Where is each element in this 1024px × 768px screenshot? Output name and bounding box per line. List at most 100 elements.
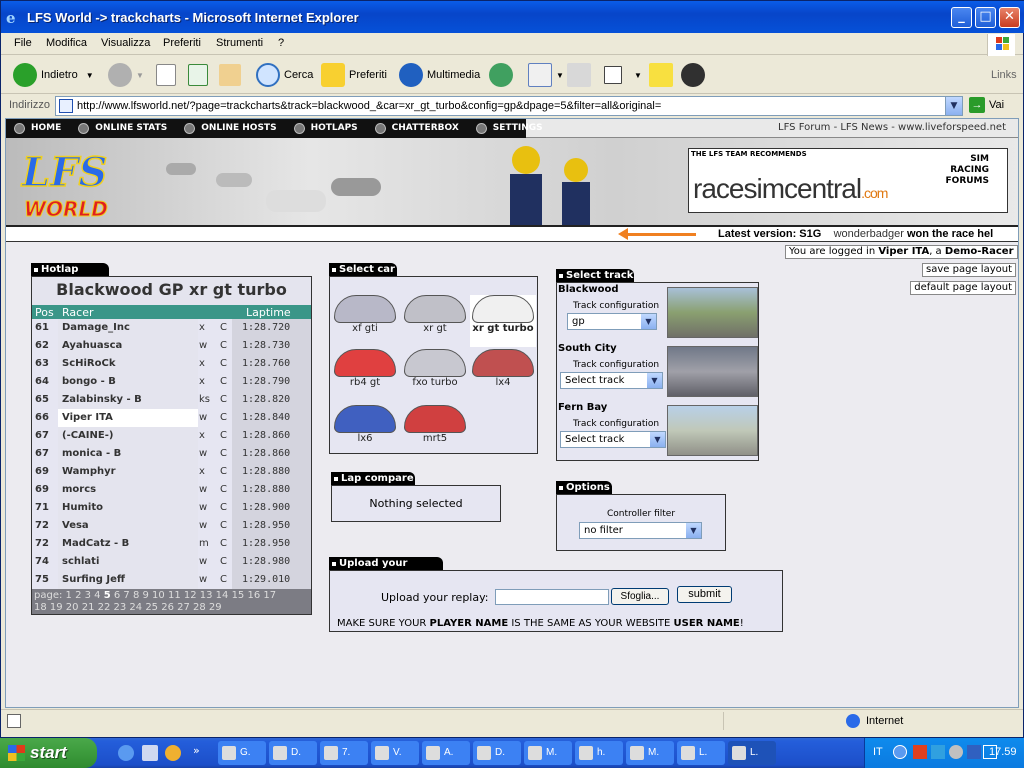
go-button[interactable]: → Vai (969, 97, 1004, 113)
taskbar-button[interactable]: 7. (320, 741, 368, 765)
mail-button[interactable]: ▼ (528, 60, 564, 90)
quicklaunch-more-icon[interactable]: » (193, 744, 200, 757)
row-racer[interactable]: ScHiRoCk (62, 358, 116, 369)
tray-network-icon[interactable] (931, 745, 945, 759)
taskbar-button[interactable]: G. (218, 741, 266, 765)
table-row[interactable]: 67 monica - B w C 1:28.860 (32, 445, 311, 463)
nav-hotlaps[interactable]: HOTLAPS (286, 119, 367, 138)
row-laptime[interactable]: 1:28.860 (242, 430, 290, 441)
row-laptime[interactable]: 1:28.950 (242, 538, 290, 549)
row-laptime[interactable]: 1:28.880 (242, 466, 290, 477)
replay-file-input[interactable] (495, 589, 609, 605)
default-layout-button[interactable]: default page layout (910, 281, 1016, 295)
row-laptime[interactable]: 1:28.860 (242, 448, 290, 459)
fern-bay-thumbnail[interactable] (667, 405, 758, 456)
nav-online-hosts[interactable]: ONLINE HOSTS (176, 119, 285, 138)
taskbar-button[interactable]: D. (473, 741, 521, 765)
south-city-thumbnail[interactable] (667, 346, 758, 397)
links-button[interactable]: Links (991, 60, 1017, 90)
south-city-config-select[interactable]: Select track ▼ (560, 372, 663, 389)
menu-tools[interactable]: Strumenti (216, 37, 263, 49)
pages-after-current[interactable]: 6 7 8 9 10 11 12 13 14 15 16 17 (114, 590, 276, 601)
table-row[interactable]: 71 Humito w C 1:28.900 (32, 499, 311, 517)
taskbar-button[interactable]: L. (728, 741, 776, 765)
save-layout-button[interactable]: save page layout (922, 263, 1016, 277)
car-option[interactable]: mrt5 (402, 405, 468, 457)
row-laptime[interactable]: 1:28.820 (242, 394, 290, 405)
row-laptime[interactable]: 1:28.720 (242, 322, 290, 333)
row-racer[interactable]: Damage_Inc (62, 322, 130, 333)
table-row[interactable]: 72 Vesa w C 1:28.950 (32, 517, 311, 535)
row-laptime[interactable]: 1:28.790 (242, 376, 290, 387)
edit-button[interactable]: ▼ (604, 60, 642, 90)
menu-file[interactable]: File (14, 37, 32, 49)
maximize-button[interactable]: □ (975, 7, 996, 28)
menu-view[interactable]: Visualizza (101, 37, 150, 49)
history-button[interactable] (489, 60, 517, 90)
address-dropdown-icon[interactable]: ▼ (945, 97, 962, 115)
row-racer[interactable]: Zalabinsky - B (62, 394, 142, 405)
row-racer[interactable]: morcs (62, 484, 96, 495)
nav-chatterbox[interactable]: CHATTERBOX (367, 119, 468, 138)
row-laptime[interactable]: 1:28.840 (242, 412, 290, 423)
search-button[interactable]: Cerca (256, 60, 313, 90)
quicklaunch-media-icon[interactable] (165, 745, 181, 761)
table-row[interactable]: 64 bongo - B x C 1:28.790 (32, 373, 311, 391)
row-laptime[interactable]: 1:28.730 (242, 340, 290, 351)
home-button[interactable] (219, 60, 245, 90)
menu-edit[interactable]: Modifica (46, 37, 87, 49)
row-racer[interactable]: Wamphyr (62, 466, 116, 477)
car-option[interactable]: lx6 (332, 405, 398, 457)
table-row[interactable]: 74 schlati w C 1:28.980 (32, 553, 311, 571)
row-racer[interactable]: monica - B (62, 448, 121, 459)
pagination-line-2[interactable]: 18 19 20 21 22 23 24 25 26 27 28 29 (34, 602, 309, 614)
quicklaunch-desktop-icon[interactable] (142, 745, 158, 761)
address-input[interactable]: http://www.lfsworld.net/?page=trackchart… (55, 96, 963, 116)
language-indicator[interactable]: IT (873, 746, 883, 758)
table-row[interactable]: 63 ScHiRoCk x C 1:28.760 (32, 355, 311, 373)
row-racer[interactable]: Humito (62, 502, 103, 513)
row-laptime[interactable]: 1:28.880 (242, 484, 290, 495)
messenger-button[interactable] (681, 60, 709, 90)
taskbar-button[interactable]: M. (524, 741, 572, 765)
forum-links[interactable]: LFS Forum - LFS News - www.liveforspeed.… (778, 122, 1006, 133)
nav-settings[interactable]: SETTINGS (468, 119, 552, 138)
stop-button[interactable] (156, 60, 180, 90)
row-racer[interactable]: Vesa (62, 520, 89, 531)
row-racer[interactable]: Ayahuasca (62, 340, 122, 351)
row-racer[interactable]: (-CAINE-) (62, 430, 113, 441)
start-button[interactable]: start (0, 738, 97, 768)
close-button[interactable]: ✕ (999, 7, 1020, 28)
favorites-button[interactable]: Preferiti (321, 60, 387, 90)
taskbar-button[interactable]: V. (371, 741, 419, 765)
back-button[interactable]: Indietro ▼ (13, 60, 94, 90)
table-row[interactable]: 72 MadCatz - B m C 1:28.950 (32, 535, 311, 553)
browse-button[interactable]: Sfoglia... (611, 588, 669, 605)
quicklaunch-ie-icon[interactable] (118, 745, 134, 761)
table-row[interactable]: 69 morcs w C 1:28.880 (32, 481, 311, 499)
discuss-button[interactable] (649, 60, 677, 90)
multimedia-button[interactable]: Multimedia (399, 60, 480, 90)
blackwood-config-select[interactable]: gp ▼ (567, 313, 657, 330)
row-racer[interactable]: Surfing Jeff (62, 574, 125, 585)
table-row[interactable]: 61 Damage_Inc x C 1:28.720 (32, 319, 311, 337)
row-laptime[interactable]: 1:29.010 (242, 574, 290, 585)
car-option[interactable]: xr gt (402, 295, 468, 347)
menu-help[interactable]: ? (278, 37, 284, 49)
tray-volume-icon[interactable] (949, 745, 963, 759)
car-option[interactable]: lx4 (470, 349, 536, 401)
forward-button[interactable]: ▼ (108, 60, 144, 90)
row-laptime[interactable]: 1:28.900 (242, 502, 290, 513)
tray-expand-icon[interactable] (893, 745, 907, 759)
table-row[interactable]: 65 Zalabinsky - B ks C 1:28.820 (32, 391, 311, 409)
table-row[interactable]: 75 Surfing Jeff w C 1:29.010 (32, 571, 311, 589)
taskbar-button[interactable]: M. (626, 741, 674, 765)
taskbar-button[interactable]: L. (677, 741, 725, 765)
row-racer[interactable]: MadCatz - B (62, 538, 129, 549)
row-laptime[interactable]: 1:28.950 (242, 520, 290, 531)
row-racer[interactable]: bongo - B (62, 376, 116, 387)
car-option[interactable]: rb4 gt (332, 349, 398, 401)
table-row[interactable]: 62 Ayahuasca w C 1:28.730 (32, 337, 311, 355)
table-row[interactable]: 69 Wamphyr x C 1:28.880 (32, 463, 311, 481)
submit-button[interactable]: submit (677, 586, 732, 603)
